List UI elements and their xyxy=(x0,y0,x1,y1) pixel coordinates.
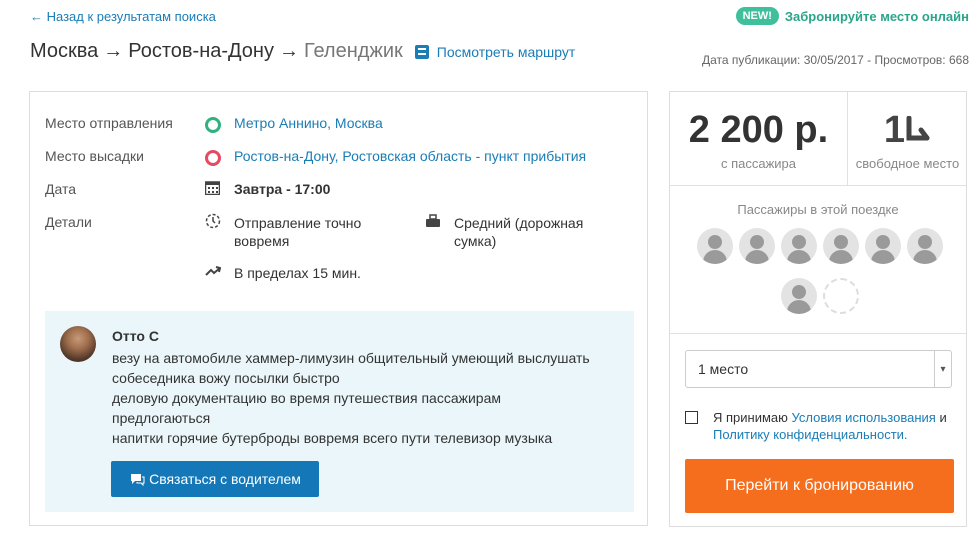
passenger-avatar[interactable] xyxy=(739,228,775,264)
book-online-label[interactable]: Забронируйте место онлайн xyxy=(785,9,969,24)
book-online-promo[interactable]: NEW! Забронируйте место онлайн xyxy=(735,7,969,25)
luggage-icon xyxy=(426,214,440,227)
terms-checkbox[interactable] xyxy=(685,411,698,424)
terms-prefix: Я принимаю xyxy=(713,410,788,425)
driver-description-line: собеседника вожу посылки быстро xyxy=(112,370,340,386)
terms-row: Я принимаю Условия использования и Полит… xyxy=(685,409,953,443)
seat-count-select[interactable]: 1 место ▾ xyxy=(685,350,952,388)
privacy-link[interactable]: Политику конфиденциальности. xyxy=(713,427,908,442)
detour-icon xyxy=(205,266,221,276)
terms-link[interactable]: Условия использования xyxy=(792,410,936,425)
seat-icon xyxy=(906,115,930,141)
view-route-link[interactable]: Посмотреть маршрут xyxy=(414,43,576,60)
departure-row: Место отправления xyxy=(45,115,205,131)
dropoff-pin-icon xyxy=(205,149,221,166)
new-badge: NEW! xyxy=(735,7,779,25)
dropoff-row: Место высадки xyxy=(45,148,205,164)
details-row: Детали xyxy=(45,214,205,230)
book-button-label: Перейти к бронированию xyxy=(725,477,914,494)
driver-description-line: напитки горячие бутерброды вовремя всего… xyxy=(112,430,553,446)
details-label: Детали xyxy=(45,214,92,230)
driver-name: Отто С xyxy=(112,328,159,344)
price-value: 2 200 р. xyxy=(688,109,829,151)
seat-count-value: 1 место xyxy=(698,361,749,377)
driver-avatar[interactable] xyxy=(60,326,96,362)
route-arrow-icon: → xyxy=(278,40,299,62)
driver-description-line: везу на автомобиле хаммер-лимузин общите… xyxy=(112,350,590,366)
seats-sub: свободное место xyxy=(855,156,960,171)
chevron-down-icon: ▾ xyxy=(934,351,951,387)
route-mid: Ростов-на-Дону xyxy=(128,40,274,62)
passenger-avatar[interactable] xyxy=(865,228,901,264)
map-icon xyxy=(414,44,429,59)
departure-pin-icon xyxy=(205,116,221,133)
contact-driver-label: Связаться с водителем xyxy=(149,471,301,487)
driver-description-line: предлогаються xyxy=(112,410,211,426)
clock-icon xyxy=(205,213,221,229)
book-button[interactable]: Перейти к бронированию xyxy=(685,459,954,513)
departure-link[interactable]: Метро Аннино, Москва xyxy=(234,115,383,131)
trip-details-card: Место отправления Метро Аннино, Москва М… xyxy=(29,91,648,526)
publication-info: Дата публикации: 30/05/2017 - Просмотров… xyxy=(702,53,969,67)
contact-driver-button[interactable]: Связаться с водителем xyxy=(111,461,319,497)
passenger-avatar[interactable] xyxy=(907,228,943,264)
passenger-avatar[interactable] xyxy=(781,278,817,314)
back-to-results-link[interactable]: ← Назад к результатам поиска xyxy=(30,9,216,24)
chat-icon xyxy=(131,474,145,486)
date-row: Дата xyxy=(45,181,205,197)
passenger-avatar[interactable] xyxy=(697,228,733,264)
booking-panel: 2 200 р. с пассажира 1 свободное место П… xyxy=(669,91,967,527)
route-to: Геленджик xyxy=(303,40,403,62)
punctuality-text: Отправление точно вовремя xyxy=(234,215,362,249)
luggage-text: Средний (дорожная сумка) xyxy=(454,215,584,249)
driver-box: Отто С везу на автомобиле хаммер-лимузин… xyxy=(45,311,634,512)
date-label: Дата xyxy=(45,181,77,197)
view-route-label: Посмотреть маршрут xyxy=(436,43,576,60)
price-sub: с пассажира xyxy=(720,156,797,171)
seats-count: 1 xyxy=(883,109,906,151)
driver-description-line: деловую документацию во время путешестви… xyxy=(112,390,501,406)
route-title: Москва → Ростов-на-Дону → Геленджик Посм… xyxy=(30,40,575,63)
seats-block: 1 свободное место xyxy=(847,92,968,185)
passenger-avatar[interactable] xyxy=(781,228,817,264)
terms-and: и xyxy=(939,410,947,425)
terms-text: Я принимаю Условия использования и Полит… xyxy=(713,409,953,443)
empty-seat-avatar xyxy=(823,278,859,314)
price-block: 2 200 р. с пассажира xyxy=(670,92,848,185)
date-value: Завтра - 17:00 xyxy=(234,181,331,197)
calendar-icon xyxy=(205,181,220,195)
route-from: Москва xyxy=(30,40,99,62)
driver-description: везу на автомобиле хаммер-лимузин общите… xyxy=(112,348,612,448)
passengers-title: Пассажиры в этой поездке xyxy=(737,202,899,217)
dropoff-link[interactable]: Ростов-на-Дону, Ростовская область - пун… xyxy=(234,148,586,164)
seats-value-row: 1 xyxy=(847,109,968,152)
divider xyxy=(670,185,966,186)
divider xyxy=(670,333,966,334)
route-arrow-icon: → xyxy=(103,40,124,62)
departure-label: Место отправления xyxy=(45,115,173,131)
dropoff-label: Место высадки xyxy=(45,148,144,164)
detour-text: В пределах 15 мин. xyxy=(234,265,361,281)
passenger-avatar[interactable] xyxy=(823,228,859,264)
